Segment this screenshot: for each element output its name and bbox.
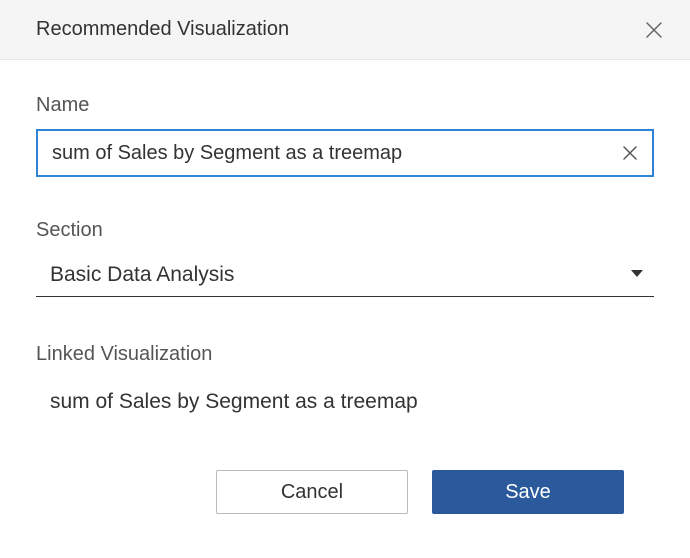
dialog-header: Recommended Visualization (0, 0, 690, 60)
linked-label: Linked Visualization (36, 343, 654, 366)
name-input[interactable] (36, 129, 654, 177)
name-input-wrapper (36, 129, 654, 177)
dialog-body: Name Section Basic Data Analysis Linked … (0, 60, 690, 544)
section-label: Section (36, 219, 654, 242)
close-icon[interactable] (640, 16, 668, 44)
dialog-footer: Cancel Save (36, 470, 654, 514)
save-button[interactable]: Save (432, 470, 624, 514)
dialog-title: Recommended Visualization (36, 18, 289, 41)
clear-icon[interactable] (618, 141, 642, 165)
cancel-button[interactable]: Cancel (216, 470, 408, 514)
section-value: Basic Data Analysis (36, 254, 654, 296)
section-select[interactable]: Basic Data Analysis (36, 254, 654, 297)
name-label: Name (36, 94, 654, 117)
linked-value: sum of Sales by Segment as a treemap (36, 378, 654, 414)
